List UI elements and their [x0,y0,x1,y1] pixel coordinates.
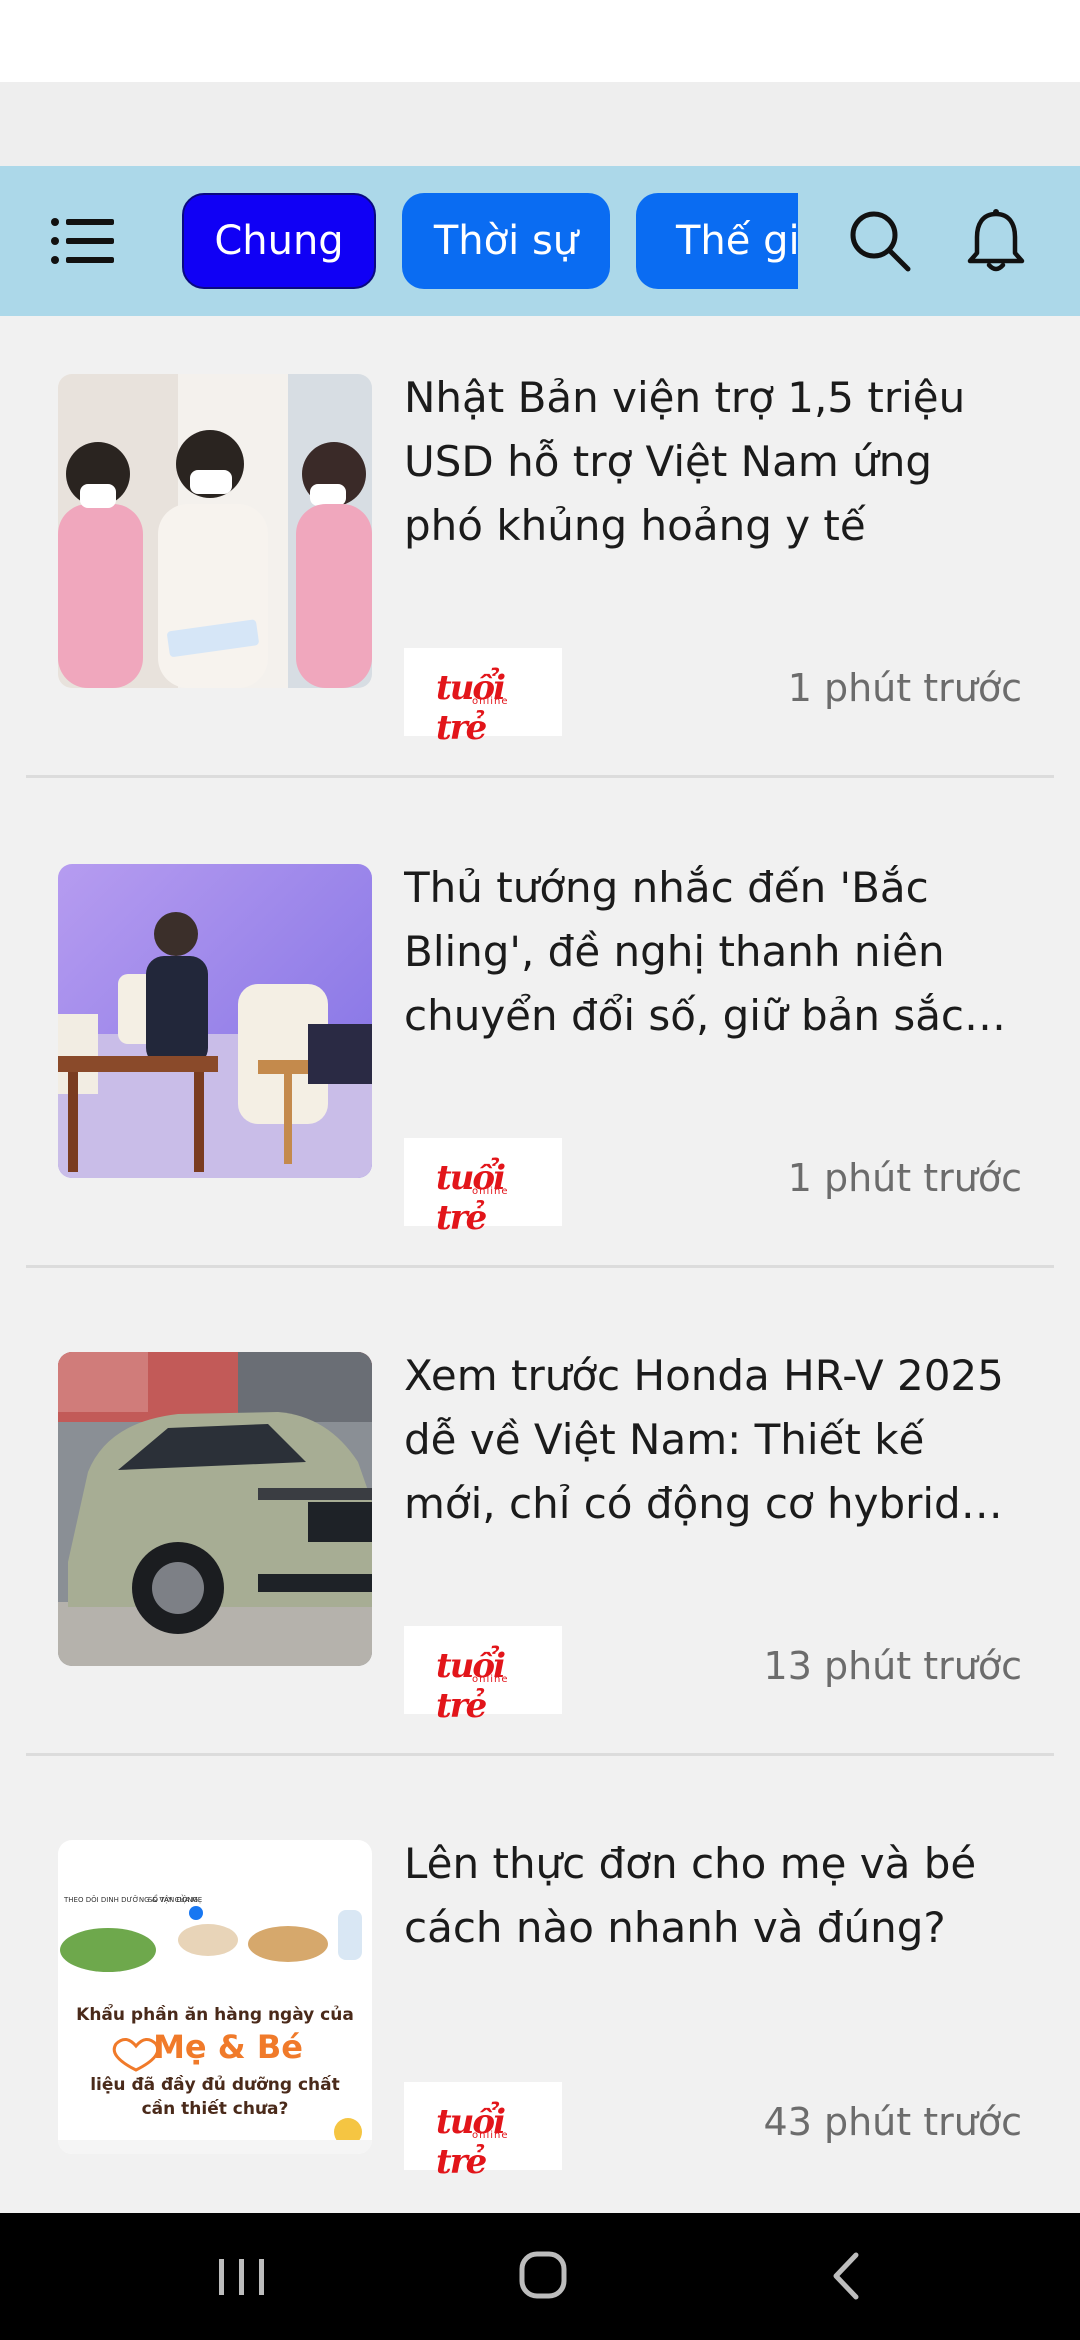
notification-button[interactable] [962,207,1030,275]
article-time: 1 phút trước [787,666,1022,710]
back-button[interactable] [806,2241,886,2311]
recent-apps-icon [219,2259,264,2295]
back-icon [833,2252,859,2300]
category-tabs: Chung Thời sự Thế giới [182,193,798,291]
article-thumbnail [58,374,372,688]
article-title[interactable]: Lên thực đơn cho mẹ và bé cách nào nhanh… [404,1832,1024,1960]
news-feed: Nhật Bản viện trợ 1,5 triệu USD hỗ trợ V… [0,316,1080,2213]
article-item[interactable]: THEO DÕI DINH DƯỠNG & VẬN ĐỘNG SỔ TAY CỦ… [0,1782,1080,2213]
article-item[interactable]: Nhật Bản viện trợ 1,5 triệu USD hỗ trợ V… [0,316,1080,778]
source-logo: tuổi trẻ online [404,648,562,748]
hamburger-menu-icon [51,218,114,264]
svg-text:Khẩu phần ăn hàng ngày của: Khẩu phần ăn hàng ngày của [76,2003,354,2025]
home-button[interactable] [503,2241,583,2311]
svg-text:Mẹ & Bé: Mẹ & Bé [153,2028,303,2066]
top-spacer [0,82,1080,166]
svg-text:SỔ TAY CỦA MẸ: SỔ TAY CỦA MẸ [148,1894,202,1904]
recent-apps-button[interactable] [202,2241,282,2311]
divider [26,1265,1054,1268]
tab-chung[interactable]: Chung [182,193,376,289]
article-thumbnail: THEO DÕI DINH DƯỠNG & VẬN ĐỘNG SỔ TAY CỦ… [58,1840,372,2154]
divider [26,775,1054,778]
article-time: 1 phút trước [787,1156,1022,1200]
menu-button[interactable] [50,216,116,266]
article-item[interactable]: Thủ tướng nhắc đến 'Bắc Bling', đề nghị … [0,806,1080,1268]
search-button[interactable] [846,207,914,275]
home-icon [519,2251,567,2299]
tab-the-gioi[interactable]: Thế giới [636,193,798,289]
tab-thoi-su[interactable]: Thời sự [402,193,610,289]
source-logo: tuổi trẻ online [404,1626,562,1726]
article-time: 43 phút trước [763,2100,1022,2144]
bell-icon [967,209,1025,272]
status-bar [0,0,1080,82]
svg-text:liệu đã đầy đủ dưỡng chất: liệu đã đầy đủ dưỡng chất [90,2074,340,2095]
system-nav-bar [0,2213,1080,2340]
article-thumbnail [58,1352,372,1666]
source-logo: tuổi trẻ online [404,1138,562,1238]
article-title[interactable]: Xem trước Honda HR-V 2025 dễ về Việt Nam… [404,1344,1024,1536]
article-title[interactable]: Nhật Bản viện trợ 1,5 triệu USD hỗ trợ V… [404,366,1024,558]
search-icon [850,211,911,272]
divider [26,1753,1054,1756]
article-item[interactable]: Xem trước Honda HR-V 2025 dễ về Việt Nam… [0,1294,1080,1756]
source-logo: tuổi trẻ online [404,2082,562,2182]
app-header: Chung Thời sự Thế giới [0,166,1080,316]
article-time: 13 phút trước [763,1644,1022,1688]
svg-text:cần thiết chưa?: cần thiết chưa? [142,2098,289,2119]
article-title[interactable]: Thủ tướng nhắc đến 'Bắc Bling', đề nghị … [404,856,1024,1048]
article-thumbnail [58,864,372,1178]
